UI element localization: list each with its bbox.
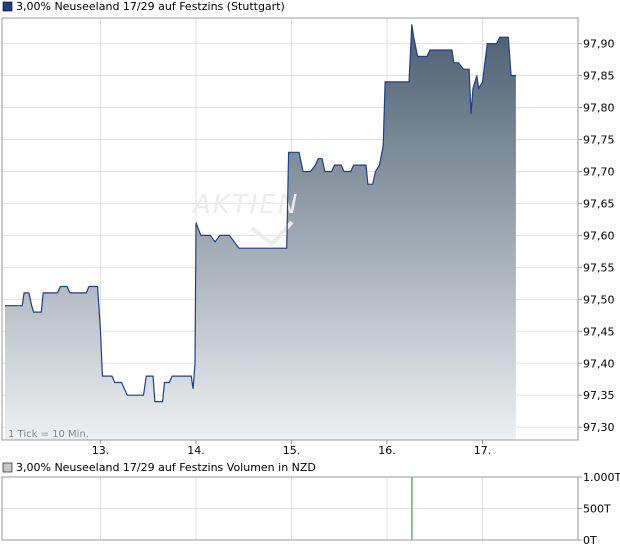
price-y-tick-label: 97,75 — [583, 133, 615, 146]
volume-legend-swatch — [2, 462, 13, 473]
tick-note: 1 Tick = 10 Min. — [8, 429, 89, 440]
price-chart: AKTIEN 97,9097,8597,8097,7597,7097,6597,… — [1, 17, 615, 457]
watermark: AKTIEN — [191, 190, 299, 220]
price-y-tick-label: 97,65 — [583, 197, 615, 210]
price-x-axis: 13. 14. 15. 16. 17. — [92, 440, 492, 457]
price-x-tick-label: 16. — [378, 444, 396, 457]
price-legend-swatch — [2, 1, 13, 12]
price-y-tick-label: 97,30 — [583, 421, 615, 434]
volume-y-tick-label: 1.000T — [583, 471, 620, 484]
price-y-tick-label: 97,80 — [583, 102, 615, 115]
volume-bar — [411, 477, 413, 540]
price-y-tick-label: 97,85 — [583, 70, 615, 83]
volume-legend-label: 3,00% Neuseeland 17/29 auf Festzins Volu… — [16, 461, 316, 474]
price-x-tick-label: 13. — [92, 444, 110, 457]
price-y-tick-label: 97,40 — [583, 357, 615, 370]
price-y-tick-label: 97,60 — [583, 229, 615, 242]
volume-bars — [411, 477, 413, 540]
price-y-tick-label: 97,90 — [583, 38, 615, 51]
watermark-check — [250, 220, 294, 247]
price-x-tick-label: 14. — [187, 444, 205, 457]
price-y-tick-label: 97,70 — [583, 165, 615, 178]
volume-y-tick-label: 0T — [583, 534, 597, 546]
price-y-tick-label: 97,35 — [583, 389, 615, 402]
volume-y-axis: 1.000T 500T 0T — [578, 471, 620, 546]
price-y-tick-label: 97,55 — [583, 261, 615, 274]
volume-chart: 1.000T 500T 0T — [1, 471, 620, 546]
price-x-tick-label: 17. — [474, 444, 492, 457]
volume-y-tick-label: 500T — [583, 503, 611, 516]
price-y-tick-label: 97,50 — [583, 293, 615, 306]
price-x-tick-label: 15. — [283, 444, 301, 457]
price-legend-label: 3,00% Neuseeland 17/29 auf Festzins (Stu… — [16, 0, 285, 13]
chart-canvas: 3,00% Neuseeland 17/29 auf Festzins (Stu… — [1, 0, 620, 546]
price-y-tick-label: 97,45 — [583, 325, 615, 338]
volume-grid — [2, 476, 578, 541]
price-y-axis: 97,90 97,85 97,80 97,75 97,70 97,65 97,60 97,55… — [578, 38, 615, 434]
